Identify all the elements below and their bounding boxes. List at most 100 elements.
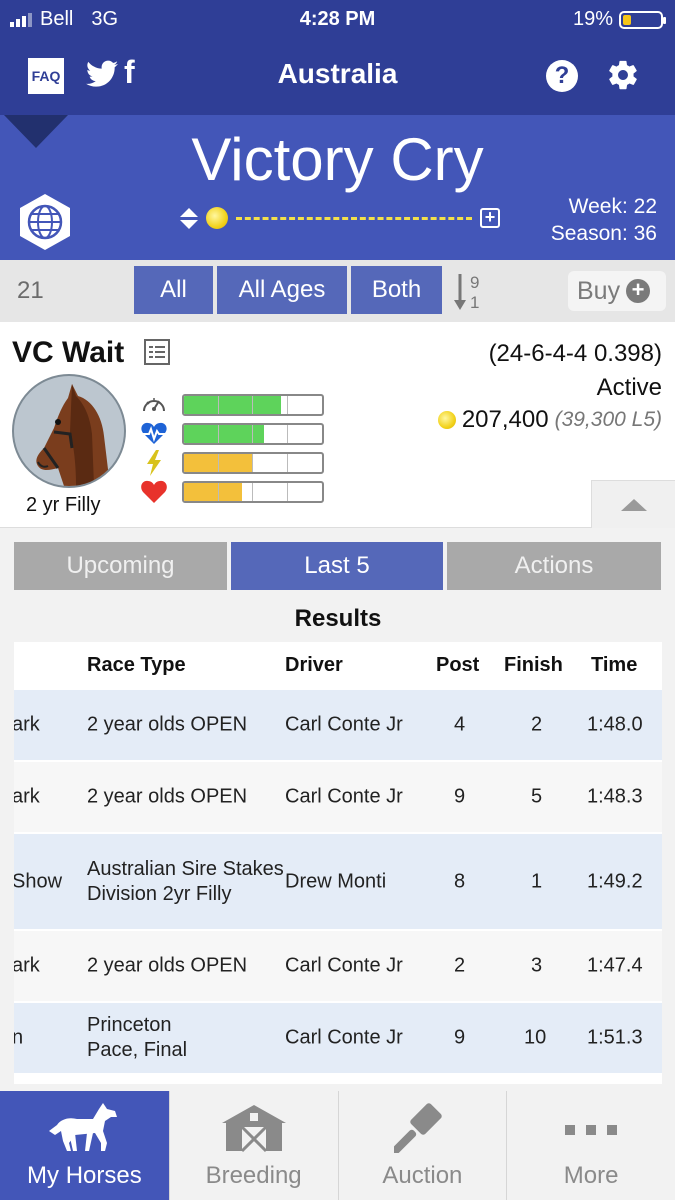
tab-actions[interactable]: Actions — [447, 542, 661, 590]
stat-row-stamina — [138, 419, 324, 448]
post-cell: 4 — [454, 713, 466, 736]
header-post: Post — [436, 654, 480, 676]
coin-icon — [437, 411, 456, 429]
lightning-icon — [138, 449, 170, 476]
collapse-card-button[interactable] — [591, 480, 675, 528]
header-finish: Finish — [504, 654, 563, 676]
nav-auction[interactable]: Auction — [337, 1091, 507, 1200]
tab-upcoming[interactable]: Upcoming — [14, 542, 227, 590]
stable-header: Victory Cry + Week: 22 Season: 36 — [0, 115, 675, 260]
driver-cell: Carl Conte Jr — [285, 785, 403, 808]
table-row[interactable]: n Princeton Pace, Final Carl Conte Jr 9 … — [14, 1001, 662, 1073]
globe-icon[interactable] — [18, 193, 72, 251]
heart-icon — [138, 479, 170, 505]
header-driver: Driver — [285, 654, 343, 676]
race-type-cell: 2 year olds OPEN — [87, 785, 248, 808]
header-race-type: Race Type — [87, 654, 186, 676]
finish-cell: 10 — [524, 1026, 547, 1049]
stat-row-energy — [138, 448, 324, 477]
nav-my-horses-label: My Horses — [27, 1162, 142, 1189]
stat-bar-fill — [184, 482, 242, 501]
tab-last5[interactable]: Last 5 — [231, 542, 443, 590]
results-table-header: Race Type Driver Post Finish Time — [14, 642, 662, 688]
horse-status: Active — [596, 374, 662, 401]
table-row[interactable]: ark 2 year olds OPEN Carl Conte Jr 4 2 1… — [14, 688, 662, 760]
post-cell: 2 — [454, 954, 466, 977]
nav-my-horses[interactable]: My Horses — [0, 1091, 169, 1200]
season-label: Season: 36 — [550, 222, 657, 245]
time-cell: 1:48.3 — [587, 785, 643, 808]
nav-breeding-label: Breeding — [205, 1162, 302, 1189]
time-cell: 1:51.3 — [587, 1026, 643, 1049]
bottom-tab-bar: My Horses Breeding Auction More — [0, 1091, 675, 1200]
filter-all-button[interactable]: All — [134, 266, 213, 314]
time-cell: 1:48.0 — [587, 713, 643, 736]
expand-collapse-icon[interactable] — [180, 207, 198, 229]
week-season-info: Week: 22 Season: 36 — [551, 193, 657, 247]
progress-marker-icon — [206, 207, 228, 229]
last5-earnings: (39,300 L5) — [554, 408, 662, 431]
time-cell: 1:47.4 — [587, 954, 643, 977]
age-sex-label: 2 yr Filly — [26, 494, 101, 516]
post-cell: 9 — [454, 1026, 466, 1049]
stat-bar — [182, 422, 324, 445]
horse-avatar[interactable] — [12, 374, 126, 488]
track-cell: ark — [14, 954, 40, 977]
driver-cell: Carl Conte Jr — [285, 713, 403, 736]
stable-title: Victory Cry — [191, 126, 484, 193]
sort-top-label: 9 — [470, 273, 479, 292]
gavel-icon — [339, 1101, 507, 1153]
header-time: Time — [591, 654, 638, 676]
season-progress: + — [180, 207, 500, 229]
buy-label: Buy — [577, 276, 621, 305]
table-row[interactable]: Show Australian Sire Stakes Division 2yr… — [14, 832, 662, 929]
add-icon[interactable]: + — [480, 208, 500, 228]
progress-track — [236, 216, 472, 220]
finish-cell: 2 — [531, 713, 543, 736]
horse-icon — [0, 1101, 169, 1153]
horse-card[interactable]: VC Wait (24-6-4-4 0.398) Active 207,400 … — [0, 322, 675, 528]
race-type-cell: 2 year olds OPEN — [87, 713, 248, 736]
notes-icon[interactable] — [143, 338, 171, 371]
earnings: 207,400 (39,300 L5) — [437, 406, 662, 434]
battery-icon — [619, 10, 666, 29]
filter-all-ages-button[interactable]: All Ages — [217, 266, 347, 314]
race-record: (24-6-4-4 0.398) — [488, 340, 662, 367]
stat-bar — [182, 393, 324, 416]
help-icon[interactable]: ? — [546, 60, 578, 92]
table-row[interactable]: ark 2 year olds OPEN Carl Conte Jr 9 5 1… — [14, 760, 662, 832]
stat-bar — [182, 451, 324, 474]
gear-icon[interactable] — [606, 58, 640, 97]
sort-icon[interactable]: 9 1 — [452, 270, 488, 317]
plus-circle-icon: + — [626, 279, 651, 303]
track-cell: ark — [14, 785, 40, 808]
top-nav-bar: FAQ f Australia ? — [0, 38, 675, 115]
speedometer-icon — [138, 392, 170, 418]
race-type-cell: Princeton Pace, Final — [87, 1014, 188, 1061]
stat-bar — [182, 480, 324, 503]
table-row[interactable]: ark 2 year olds OPEN Carl Conte Jr 2 3 1… — [14, 929, 662, 1001]
post-cell: 9 — [454, 785, 466, 808]
post-cell: 8 — [454, 870, 466, 892]
nav-more[interactable]: More — [506, 1091, 675, 1200]
stat-row-heart — [138, 477, 324, 506]
finish-cell: 3 — [531, 954, 543, 977]
driver-cell: Drew Monti — [285, 870, 387, 892]
race-type-cell: Australian Sire Stakes Division 2yr Fill… — [87, 857, 284, 905]
more-dots-icon — [507, 1101, 675, 1153]
buy-button[interactable]: Buy + — [568, 271, 666, 311]
week-label: Week: 22 — [568, 195, 657, 218]
track-cell: Show — [14, 870, 63, 892]
nav-breeding[interactable]: Breeding — [168, 1091, 338, 1200]
nav-more-label: More — [563, 1162, 619, 1189]
track-cell: ark — [14, 713, 40, 736]
stat-bar-fill — [184, 395, 281, 414]
filter-both-button[interactable]: Both — [351, 266, 442, 314]
stat-row-speed — [138, 390, 324, 419]
finish-cell: 5 — [531, 785, 543, 808]
detail-tabs: Upcoming Last 5 Actions — [0, 534, 675, 596]
horse-name: VC Wait — [12, 336, 125, 369]
battery-percent: 19% — [572, 8, 613, 30]
driver-cell: Carl Conte Jr — [285, 1026, 403, 1049]
finish-cell: 1 — [531, 870, 543, 892]
